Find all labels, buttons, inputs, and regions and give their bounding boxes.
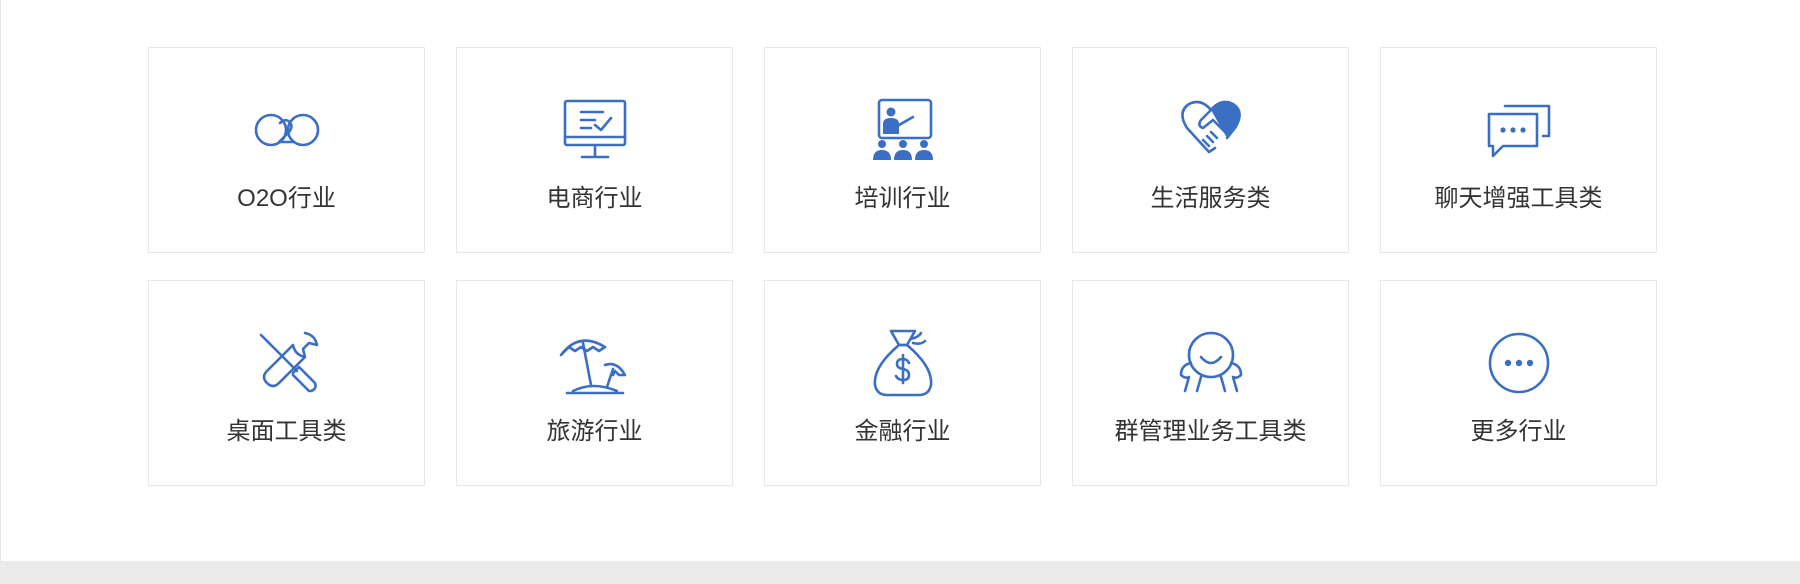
presentation-audience-icon <box>865 92 941 168</box>
money-bag-icon <box>865 325 941 401</box>
heart-handshake-icon <box>1173 92 1249 168</box>
industry-card-training[interactable]: 培训行业 <box>764 47 1041 253</box>
o2o-icon <box>249 92 325 168</box>
industry-label: 更多行业 <box>1470 418 1567 445</box>
industry-grid: O2O行业 电商行业 培训行业 生活服务类 聊天增强工具类 桌面工具类 旅游行业… <box>148 47 1657 486</box>
more-dots-icon <box>1481 325 1557 401</box>
industry-label: 旅游行业 <box>546 418 643 445</box>
footer-strip <box>0 561 1800 584</box>
industry-panel: O2O行业 电商行业 培训行业 生活服务类 聊天增强工具类 桌面工具类 旅游行业… <box>0 0 1800 561</box>
wrench-screwdriver-icon <box>249 325 325 401</box>
chat-bubbles-icon <box>1481 92 1557 168</box>
industry-label: 桌面工具类 <box>226 418 347 445</box>
industry-card-travel[interactable]: 旅游行业 <box>456 280 733 486</box>
industry-label: 金融行业 <box>854 418 951 445</box>
happy-face-icon <box>1173 325 1249 401</box>
industry-label: 电商行业 <box>546 185 643 212</box>
industry-label: O2O行业 <box>237 185 336 212</box>
industry-card-group-management[interactable]: 群管理业务工具类 <box>1072 280 1349 486</box>
beach-umbrella-icon <box>557 325 633 401</box>
industry-label: 群管理业务工具类 <box>1114 418 1307 445</box>
industry-label: 生活服务类 <box>1150 185 1271 212</box>
industry-label: 培训行业 <box>854 185 951 212</box>
industry-card-life-services[interactable]: 生活服务类 <box>1072 47 1349 253</box>
industry-card-finance[interactable]: 金融行业 <box>764 280 1041 486</box>
monitor-checklist-icon <box>557 92 633 168</box>
industry-card-ecommerce[interactable]: 电商行业 <box>456 47 733 253</box>
industry-card-o2o[interactable]: O2O行业 <box>148 47 425 253</box>
industry-card-chat-tools[interactable]: 聊天增强工具类 <box>1380 47 1657 253</box>
industry-card-desktop-tools[interactable]: 桌面工具类 <box>148 280 425 486</box>
industry-label: 聊天增强工具类 <box>1434 185 1603 212</box>
industry-card-more[interactable]: 更多行业 <box>1380 280 1657 486</box>
